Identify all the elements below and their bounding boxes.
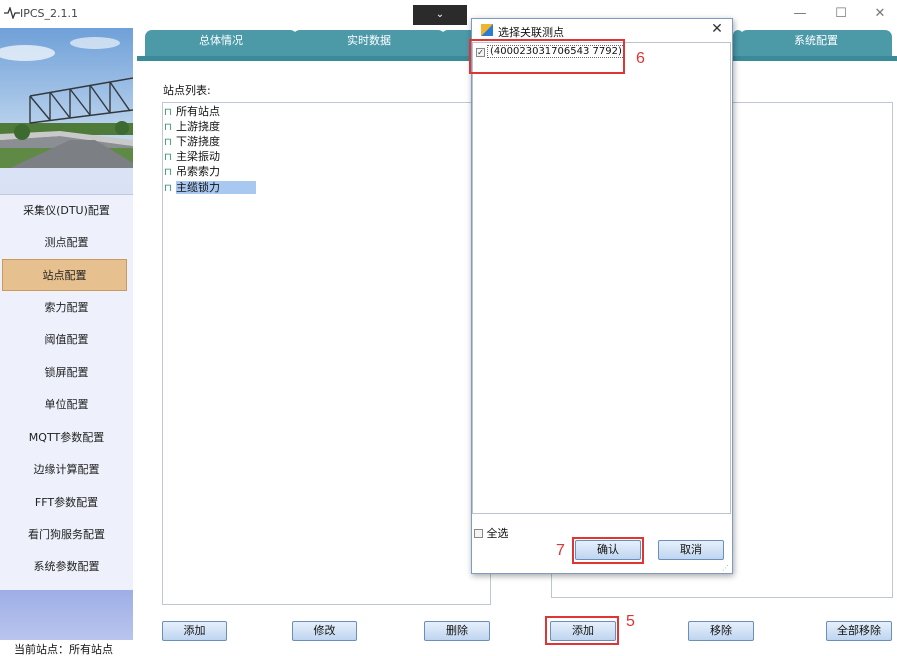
menu-item-dtu[interactable]: 采集仪(DTU)配置: [0, 195, 133, 227]
minimize-button[interactable]: —: [780, 4, 820, 24]
sidebar-footer: [0, 590, 133, 640]
delete-station-button[interactable]: 删除: [424, 621, 490, 641]
annotation-box-7: [572, 537, 644, 564]
tab-system-config[interactable]: 系统配置: [740, 30, 892, 58]
station-item-downstream[interactable]: ⊓ 下游挠度: [164, 134, 220, 149]
station-icon: ⊓: [164, 137, 172, 148]
station-item-main-cable[interactable]: ⊓ 主缆锁力: [164, 180, 256, 195]
menu-item-fft[interactable]: FFT参数配置: [0, 487, 133, 519]
station-label: 主梁振动: [176, 150, 220, 163]
tab-realtime-label: 实时数据: [347, 34, 391, 47]
menu-item-cable-force[interactable]: 索力配置: [0, 292, 133, 324]
menu-item-system-params[interactable]: 系统参数配置: [0, 551, 133, 583]
station-item-upstream[interactable]: ⊓ 上游挠度: [164, 119, 220, 134]
menu-item-threshold[interactable]: 阈值配置: [0, 324, 133, 356]
close-button[interactable]: ✕: [860, 4, 897, 24]
menu-item-points[interactable]: 测点配置: [0, 227, 133, 259]
remove-point-button[interactable]: 移除: [688, 621, 754, 641]
annotation-step-6: 6: [636, 50, 645, 67]
dialog-title: 选择关联测点: [498, 26, 564, 39]
annotation-step-7: 7: [556, 542, 565, 559]
station-label: 吊索索力: [176, 165, 220, 178]
dropdown-button[interactable]: ⌄: [413, 5, 467, 25]
select-all-row[interactable]: 全选: [474, 525, 509, 541]
pulse-icon: [4, 6, 20, 21]
menu-item-units[interactable]: 单位配置: [0, 389, 133, 421]
tab-overview[interactable]: 总体情况: [145, 30, 297, 58]
station-item-hanger-force[interactable]: ⊓ 吊索索力: [164, 164, 220, 179]
dialog-close-button[interactable]: ✕: [707, 21, 727, 39]
menu-item-watchdog[interactable]: 看门狗服务配置: [0, 519, 133, 551]
select-all-label: 全选: [486, 527, 509, 540]
station-label: 所有站点: [176, 105, 220, 118]
menu-item-mqtt[interactable]: MQTT参数配置: [0, 422, 133, 454]
station-icon: ⊓: [164, 107, 172, 118]
maximize-button[interactable]: ☐: [821, 4, 861, 24]
cancel-button[interactable]: 取消: [658, 540, 724, 560]
app-title: IPCS_2.1.1: [20, 7, 79, 20]
dialog-point-list[interactable]: [472, 42, 731, 514]
add-station-button[interactable]: 添加: [162, 621, 227, 641]
station-icon: ⊓: [164, 122, 172, 133]
station-label: 主缆锁力: [176, 181, 256, 194]
annotation-box-5: [545, 616, 619, 645]
station-list-label: 站点列表:: [163, 84, 211, 97]
menu-item-edge-computing[interactable]: 边缘计算配置: [0, 454, 133, 486]
station-label: 上游挠度: [176, 120, 220, 133]
station-icon: ⊓: [164, 167, 172, 178]
tab-realtime[interactable]: 实时数据: [293, 30, 445, 58]
tab-system-config-label: 系统配置: [794, 34, 838, 47]
menu-item-lockscreen[interactable]: 锁屏配置: [0, 357, 133, 389]
menu-item-stations[interactable]: 站点配置: [2, 259, 127, 291]
station-item-all[interactable]: ⊓ 所有站点: [164, 104, 220, 119]
annotation-box-6: [469, 39, 625, 74]
select-all-checkbox[interactable]: [474, 529, 483, 538]
annotation-step-5: 5: [626, 613, 635, 630]
edit-station-button[interactable]: 修改: [292, 621, 357, 641]
current-station-status: 当前站点：所有站点: [14, 643, 113, 656]
station-icon: ⊓: [164, 152, 172, 163]
station-icon: ⊓: [164, 183, 172, 194]
dialog-app-icon: [481, 24, 493, 36]
station-label: 下游挠度: [176, 135, 220, 148]
bridge-banner-image: [0, 28, 133, 168]
station-item-girder-vibration[interactable]: ⊓ 主梁振动: [164, 149, 220, 164]
remove-all-button[interactable]: 全部移除: [826, 621, 892, 641]
resize-grip-icon[interactable]: ⋰: [722, 564, 730, 572]
tab-overview-label: 总体情况: [199, 34, 243, 47]
